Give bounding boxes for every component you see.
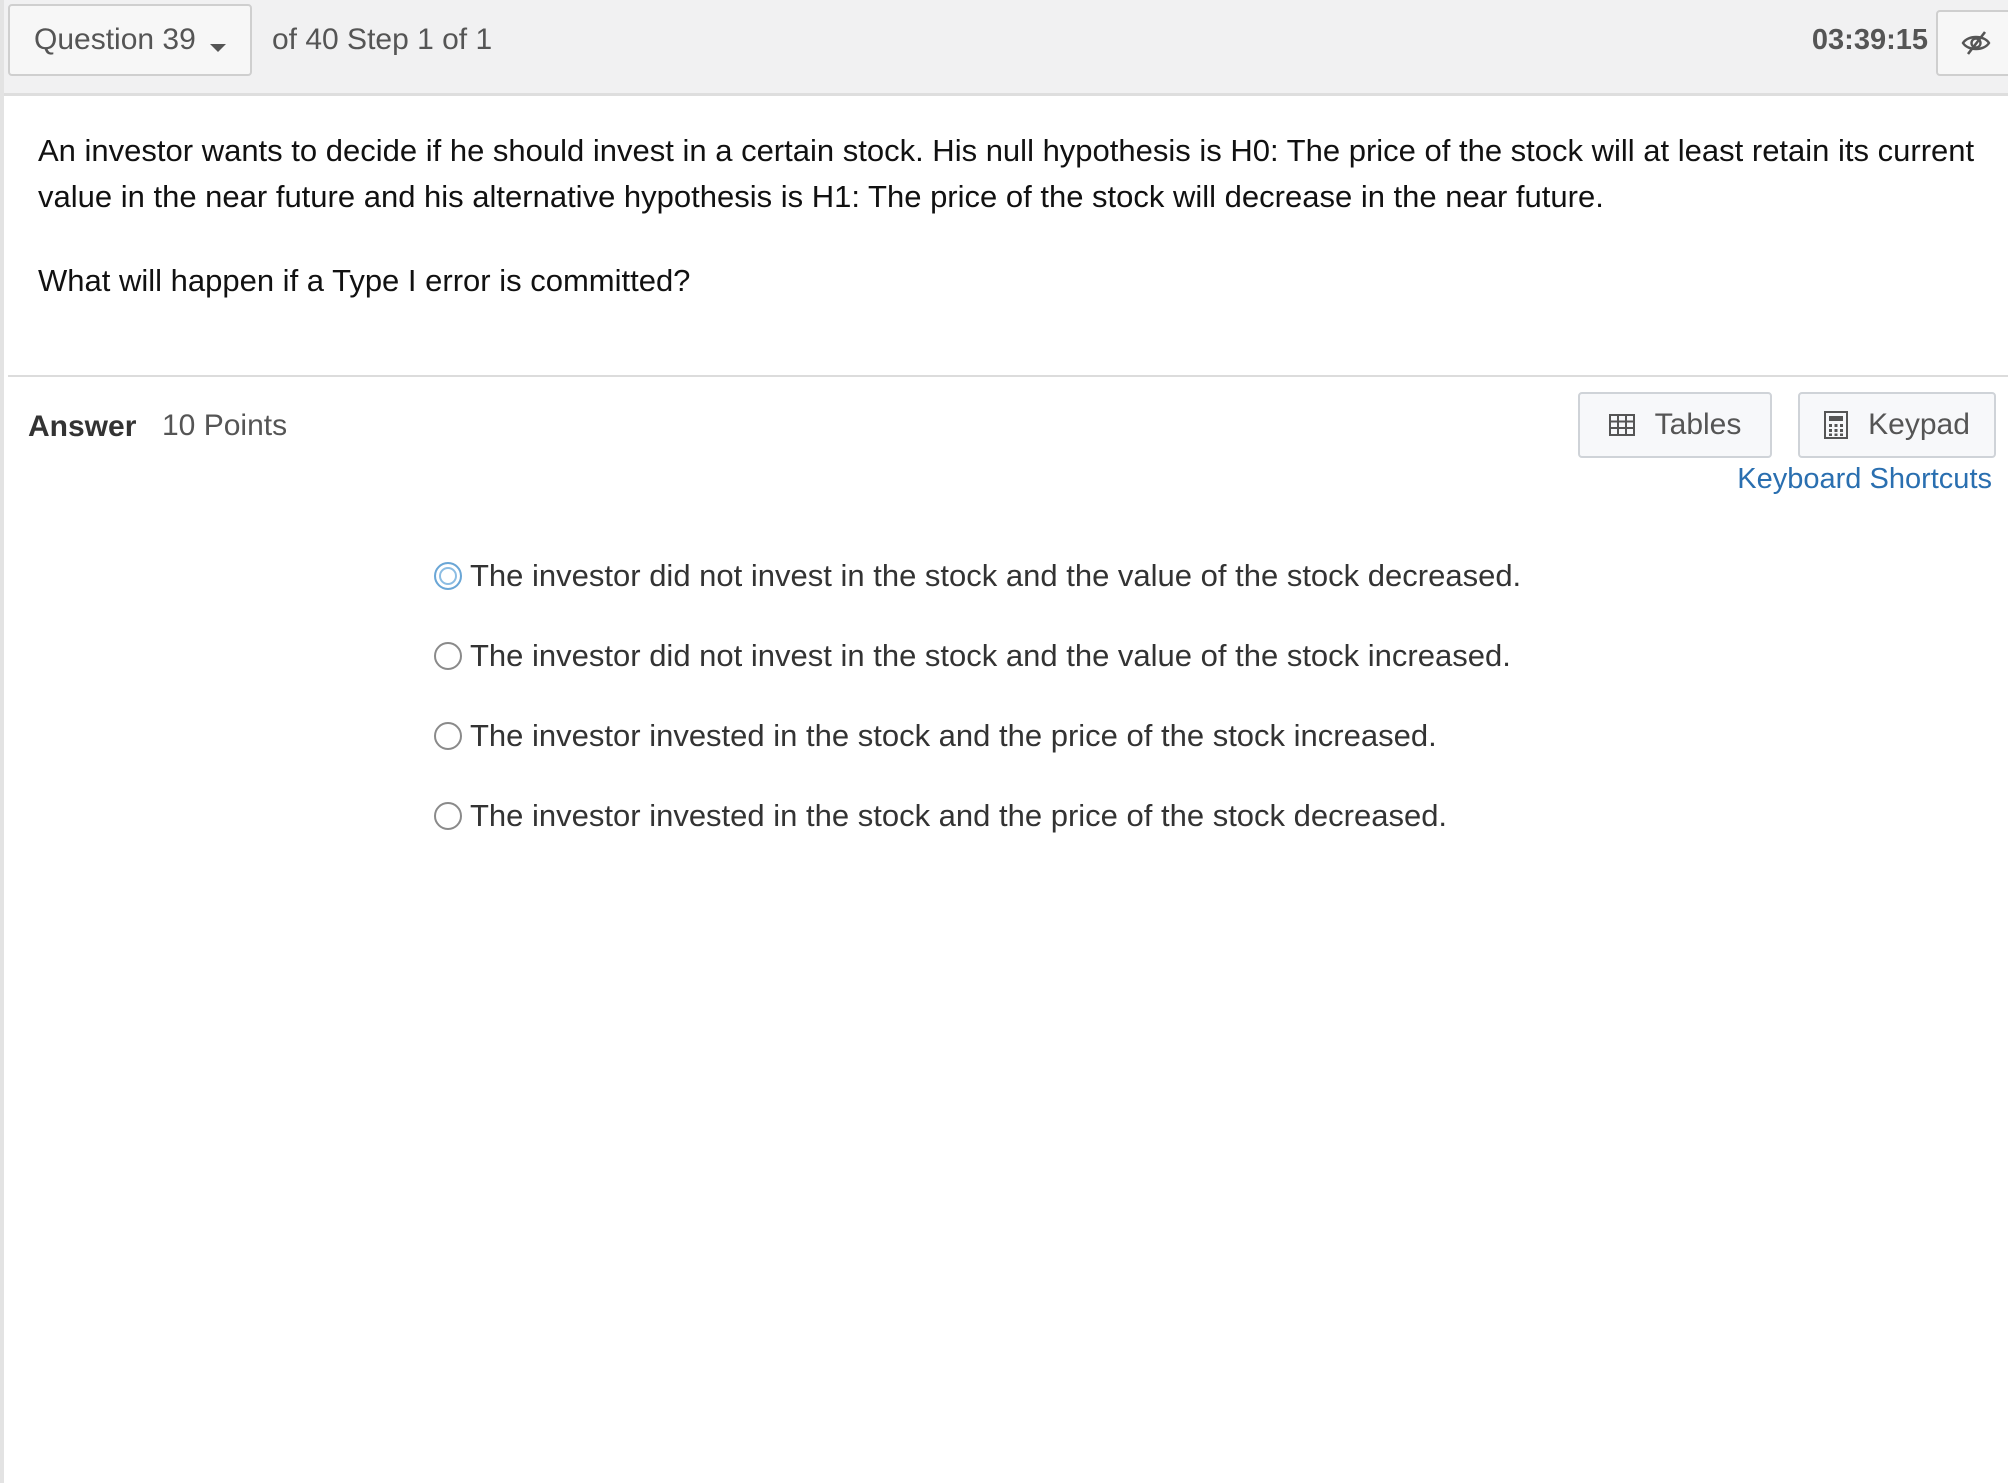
hide-timer-button[interactable] <box>1936 10 2008 76</box>
answer-option[interactable]: The investor invested in the stock and t… <box>434 714 1437 758</box>
tables-button[interactable]: Tables <box>1578 392 1772 458</box>
caret-down-icon <box>210 44 226 52</box>
page-frame: Question 39 of 40 Step 1 of 1 03:39:15 A… <box>0 0 2008 1483</box>
answer-option-text: The investor did not invest in the stock… <box>470 558 1522 593</box>
radio-button[interactable] <box>434 722 462 750</box>
question-paragraph: An investor wants to decide if he should… <box>38 133 1975 214</box>
radio-button[interactable] <box>434 802 462 830</box>
table-icon <box>1608 414 1635 436</box>
question-text: An investor wants to decide if he should… <box>38 128 1978 304</box>
eye-slash-icon <box>1961 31 1991 55</box>
answer-option-text: The investor did not invest in the stock… <box>470 638 1511 673</box>
keypad-label: Keypad <box>1868 408 1970 441</box>
tables-label: Tables <box>1654 408 1742 441</box>
keypad-button[interactable]: Keypad <box>1798 392 1996 458</box>
answer-option[interactable]: The investor invested in the stock and t… <box>434 794 1447 838</box>
question-select[interactable]: Question 39 <box>8 4 252 76</box>
question-select-label: Question 39 <box>34 23 196 56</box>
answer-option-text: The investor invested in the stock and t… <box>470 798 1448 833</box>
points-label: 10 Points <box>162 409 288 442</box>
answer-option[interactable]: The investor did not invest in the stock… <box>434 554 1521 598</box>
timer: 03:39:15 <box>1811 24 1928 56</box>
answer-option-text: The investor invested in the stock and t… <box>470 718 1437 753</box>
keyboard-shortcuts-link[interactable]: Keyboard Shortcuts <box>1737 458 1992 500</box>
answer-option[interactable]: The investor did not invest in the stock… <box>434 634 1511 678</box>
question-prompt: What will happen if a Type I error is co… <box>38 263 691 298</box>
radio-button[interactable] <box>434 562 462 590</box>
radio-button[interactable] <box>434 642 462 670</box>
calculator-icon <box>1824 411 1849 439</box>
divider <box>8 375 2008 377</box>
top-bar: Question 39 of 40 Step 1 of 1 03:39:15 <box>4 0 2008 96</box>
step-indicator: of 40 Step 1 of 1 <box>272 23 493 56</box>
answer-label: Answer <box>28 410 137 443</box>
